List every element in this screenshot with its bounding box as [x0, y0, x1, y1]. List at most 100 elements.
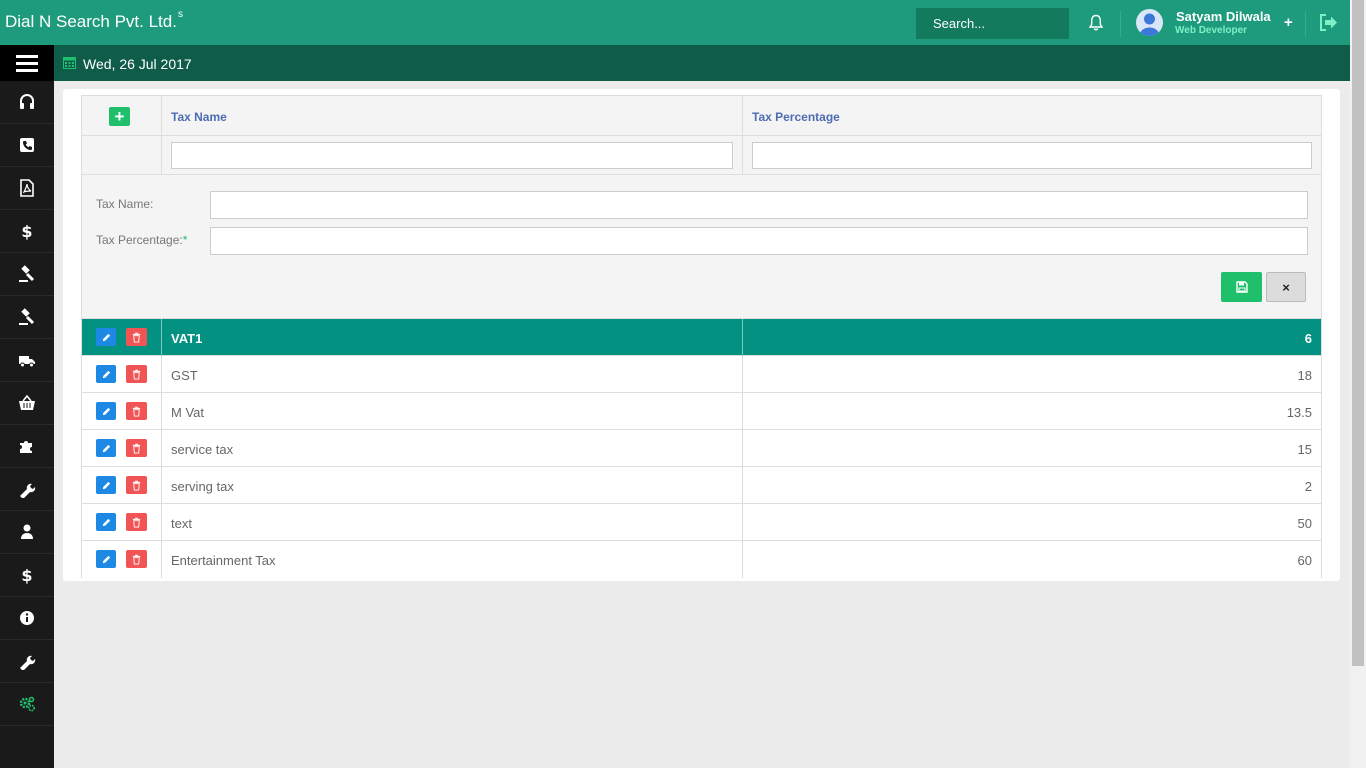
delete-button[interactable]	[126, 328, 147, 346]
edit-form: Tax Name: Tax Percentage:* ×	[82, 175, 1321, 319]
table-row[interactable]: serving tax 2	[82, 467, 1321, 504]
save-button[interactable]	[1221, 272, 1262, 302]
sidebar-item-delivery[interactable]	[0, 339, 54, 382]
logout-icon[interactable]	[1319, 14, 1338, 31]
filter-tax-name-input[interactable]	[171, 142, 733, 169]
pencil-icon	[102, 555, 110, 563]
tax-name-cell: service tax	[171, 442, 234, 457]
tax-percentage-cell: 18	[1297, 368, 1312, 383]
tax-name-label-text: Tax Name:	[96, 197, 154, 211]
column-divider	[742, 430, 743, 467]
column-divider	[742, 541, 743, 578]
gavel-icon	[19, 308, 35, 325]
sidebar-item-users[interactable]	[0, 511, 54, 554]
basket-icon	[19, 394, 35, 410]
sidebar-item-payments[interactable]: $	[0, 554, 54, 597]
filter-tax-percentage-input[interactable]	[752, 142, 1312, 169]
search-input[interactable]	[916, 8, 1069, 39]
user-icon	[21, 524, 33, 539]
sidebar-item-calls[interactable]	[0, 124, 54, 167]
sidebar-item-support[interactable]	[0, 81, 54, 124]
brand-superscript: s	[177, 9, 183, 21]
column-divider	[161, 96, 162, 136]
delete-button[interactable]	[126, 513, 147, 531]
edit-button[interactable]	[96, 402, 116, 420]
table-row[interactable]: service tax 15	[82, 430, 1321, 467]
tax-name-cell: GST	[171, 368, 198, 383]
tax-percentage-cell: 60	[1297, 553, 1312, 568]
current-date: Wed, 26 Jul 2017	[83, 56, 192, 72]
tax-percentage-cell: 13.5	[1286, 405, 1312, 420]
sidebar-item-pdf[interactable]	[0, 167, 54, 210]
add-tax-button[interactable]: +	[109, 107, 130, 126]
tax-name-cell: VAT1	[171, 331, 203, 346]
edit-button[interactable]	[96, 550, 116, 568]
table-row[interactable]: text 50	[82, 504, 1321, 541]
table-row[interactable]: GST 18	[82, 356, 1321, 393]
required-mark: *	[182, 233, 188, 247]
sidebar-item-settings[interactable]	[0, 683, 54, 726]
table-row[interactable]: Entertainment Tax 60	[82, 541, 1321, 578]
tax-name-cell: M Vat	[171, 405, 204, 420]
edit-button[interactable]	[96, 365, 116, 383]
menu-toggle-button[interactable]	[0, 45, 54, 81]
pencil-icon	[102, 333, 110, 341]
delete-button[interactable]	[126, 550, 147, 568]
cogs-icon	[19, 696, 35, 712]
tax-percentage-cell: 15	[1297, 442, 1312, 457]
calendar-icon	[63, 57, 76, 69]
add-user-button[interactable]: +	[1284, 14, 1293, 31]
cancel-button[interactable]: ×	[1266, 272, 1306, 302]
delete-button[interactable]	[126, 402, 147, 420]
headset-icon	[20, 94, 34, 109]
pencil-icon	[102, 481, 110, 489]
column-divider	[742, 393, 743, 430]
grid-header: + Tax Name Tax Percentage	[82, 96, 1321, 136]
tax-name-label: Tax Name:	[96, 197, 153, 211]
column-divider	[161, 504, 162, 541]
pencil-icon	[102, 518, 110, 526]
hamburger-line	[16, 69, 38, 72]
sidebar-item-maintenance[interactable]	[0, 640, 54, 683]
scrollbar-thumb[interactable]	[1352, 0, 1364, 666]
user-name[interactable]: Satyam Dilwala	[1176, 9, 1271, 24]
pencil-icon	[102, 370, 110, 378]
avatar[interactable]	[1136, 9, 1163, 36]
trash-icon	[132, 332, 141, 343]
tax-name-field[interactable]	[210, 191, 1308, 219]
edit-button[interactable]	[96, 513, 116, 531]
table-row[interactable]: VAT1 6	[82, 319, 1321, 356]
column-header-tax-percentage[interactable]: Tax Percentage	[752, 110, 840, 124]
sidebar-item-tools[interactable]	[0, 468, 54, 511]
brand-logo[interactable]: Dial N Search Pvt. Ltd.s	[5, 9, 183, 32]
sidebar-item-legal-2[interactable]	[0, 296, 54, 339]
divider	[1120, 11, 1121, 37]
column-divider	[742, 319, 743, 356]
sidebar-item-modules[interactable]	[0, 425, 54, 468]
column-divider	[742, 96, 743, 136]
table-row[interactable]: M Vat 13.5	[82, 393, 1321, 430]
sidebar-item-legal[interactable]	[0, 253, 54, 296]
hamburger-line	[16, 55, 38, 58]
delete-button[interactable]	[126, 439, 147, 457]
bell-icon[interactable]	[1088, 14, 1104, 32]
edit-button[interactable]	[96, 439, 116, 457]
wrench-icon	[20, 483, 36, 498]
column-header-tax-name[interactable]: Tax Name	[171, 110, 227, 124]
tax-name-cell: serving tax	[171, 479, 234, 494]
column-divider	[742, 136, 743, 175]
wrench-icon	[20, 655, 36, 670]
pencil-icon	[102, 444, 110, 452]
edit-button[interactable]	[96, 476, 116, 494]
sidebar-item-billing[interactable]: $	[0, 210, 54, 253]
edit-button[interactable]	[96, 328, 116, 346]
divider	[1305, 11, 1306, 37]
tax-percentage-field[interactable]	[210, 227, 1308, 255]
delete-button[interactable]	[126, 476, 147, 494]
delete-button[interactable]	[126, 365, 147, 383]
filter-row	[82, 136, 1321, 175]
date-bar: Wed, 26 Jul 2017	[54, 45, 1350, 81]
gavel-icon	[19, 265, 35, 282]
sidebar-item-shop[interactable]	[0, 382, 54, 425]
sidebar-item-info[interactable]	[0, 597, 54, 640]
